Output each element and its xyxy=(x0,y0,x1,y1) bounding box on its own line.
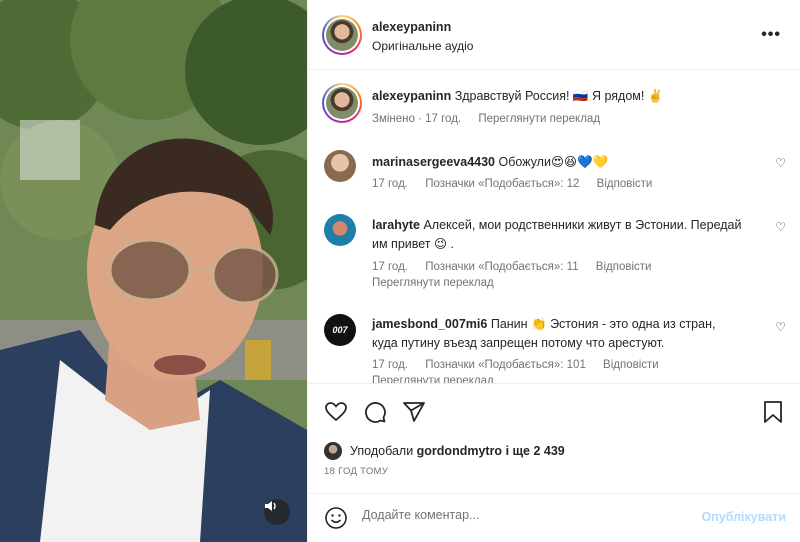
comment-text-block: jamesbond_007mi6 Панин 👏 Эстония - это о… xyxy=(372,315,742,353)
avatar-text: 007 xyxy=(332,325,348,335)
caption-text: Здравствуй Россия! 🇷🇺 Я рядом! ✌️ xyxy=(454,89,664,103)
comment-likes[interactable]: Позначки «Подобається»: 12 xyxy=(425,178,579,190)
author-avatar[interactable] xyxy=(322,15,362,55)
sound-toggle-button[interactable] xyxy=(264,499,290,525)
comment-text: Обожули😍😆💙💛 xyxy=(498,155,609,169)
comment-item: marinasergeeva4430 Обожули😍😆💙💛 ♡ 17 год.… xyxy=(308,148,800,208)
caption-meta: Змінено · 17 год. Переглянути переклад xyxy=(372,113,614,125)
comment-item: 007 jamesbond_007mi6 Панин 👏 Эстония - э… xyxy=(308,309,800,383)
reply-link[interactable]: Відповісти xyxy=(603,359,659,371)
comment-composer: Опублікувати xyxy=(308,493,800,542)
share-icon[interactable] xyxy=(402,400,426,424)
comment-likes[interactable]: Позначки «Подобається»: 101 xyxy=(425,359,586,371)
heart-icon[interactable]: ♡ xyxy=(775,220,786,234)
comment-meta: 17 год. Позначки «Подобається»: 101 Відп… xyxy=(372,359,673,371)
heart-icon[interactable]: ♡ xyxy=(775,156,786,170)
comment-input[interactable] xyxy=(362,508,682,522)
comment-username[interactable]: larahyte xyxy=(372,218,420,232)
comment-time[interactable]: 17 год. xyxy=(372,178,408,190)
likes-count[interactable]: і ще 2 439 xyxy=(506,444,565,458)
heart-icon[interactable]: ♡ xyxy=(775,320,786,334)
post-header: alexeypaninn Оригінальне аудіо ••• xyxy=(308,0,800,70)
bookmark-icon[interactable] xyxy=(762,400,784,424)
comment-text-block: larahyte Алексей, мои родственники живут… xyxy=(372,216,742,254)
publish-button[interactable]: Опублікувати xyxy=(701,510,786,524)
comments-list[interactable]: alexeypaninn Здравствуй Россия! 🇷🇺 Я ряд… xyxy=(308,71,800,383)
comment-text-block: marinasergeeva4430 Обожули😍😆💙💛 xyxy=(372,153,762,172)
reply-link[interactable]: Відповісти xyxy=(597,178,653,190)
reply-link[interactable]: Відповісти xyxy=(596,261,652,273)
comment-icon[interactable] xyxy=(363,400,387,424)
likes-summary: Уподобали gordondmytro і ще 2 439 xyxy=(324,442,565,460)
commenter-avatar[interactable]: 007 xyxy=(324,314,356,346)
comment-username[interactable]: jamesbond_007mi6 xyxy=(372,317,487,331)
post-timestamp[interactable]: 18 ГОД ТОМУ xyxy=(324,466,388,477)
comment-meta: 17 год. Позначки «Подобається»: 11 Відпо… xyxy=(372,261,665,273)
comment-text: Алексей, мои родственники живут в Эстони… xyxy=(372,218,742,251)
comment-likes[interactable]: Позначки «Подобається»: 11 xyxy=(425,261,578,273)
commenter-avatar[interactable] xyxy=(324,150,356,182)
caption: alexeypaninn Здравствуй Россия! 🇷🇺 Я ряд… xyxy=(308,83,800,143)
video-frame xyxy=(0,0,307,542)
post-detail-panel: alexeypaninn Оригінальне аудіо ••• alexe… xyxy=(307,0,800,542)
comment-time[interactable]: 17 год. xyxy=(372,261,408,273)
liker-avatar[interactable] xyxy=(324,442,342,460)
comment-username[interactable]: marinasergeeva4430 xyxy=(372,155,495,169)
caption-avatar[interactable] xyxy=(322,83,362,123)
speaker-icon xyxy=(265,501,276,511)
more-horizontal-icon[interactable]: ••• xyxy=(761,26,781,44)
comment-translate-link[interactable]: Переглянути переклад xyxy=(372,277,494,289)
commenter-avatar[interactable] xyxy=(324,214,356,246)
heart-icon[interactable] xyxy=(324,400,348,424)
comment-item: larahyte Алексей, мои родственники живут… xyxy=(308,211,800,291)
audio-link[interactable]: Оригінальне аудіо xyxy=(372,39,473,53)
caption-translate-link[interactable]: Переглянути переклад xyxy=(478,113,600,125)
caption-username[interactable]: alexeypaninn xyxy=(372,89,451,103)
post-actions: Уподобали gordondmytro і ще 2 439 18 ГОД… xyxy=(308,383,800,493)
author-username[interactable]: alexeypaninn xyxy=(372,20,451,34)
liker-username[interactable]: gordondmytro xyxy=(417,444,502,458)
comment-time[interactable]: 17 год. xyxy=(372,359,408,371)
caption-edited-time: Змінено · 17 год. xyxy=(372,113,462,125)
likes-prefix: Уподобали xyxy=(350,444,414,458)
comment-meta: 17 год. Позначки «Подобається»: 12 Відпо… xyxy=(372,178,666,190)
caption-text-block: alexeypaninn Здравствуй Россия! 🇷🇺 Я ряд… xyxy=(372,87,762,106)
post-video[interactable] xyxy=(0,0,307,542)
comment-translate-link[interactable]: Переглянути переклад xyxy=(372,375,494,383)
emoji-icon[interactable] xyxy=(324,506,348,530)
